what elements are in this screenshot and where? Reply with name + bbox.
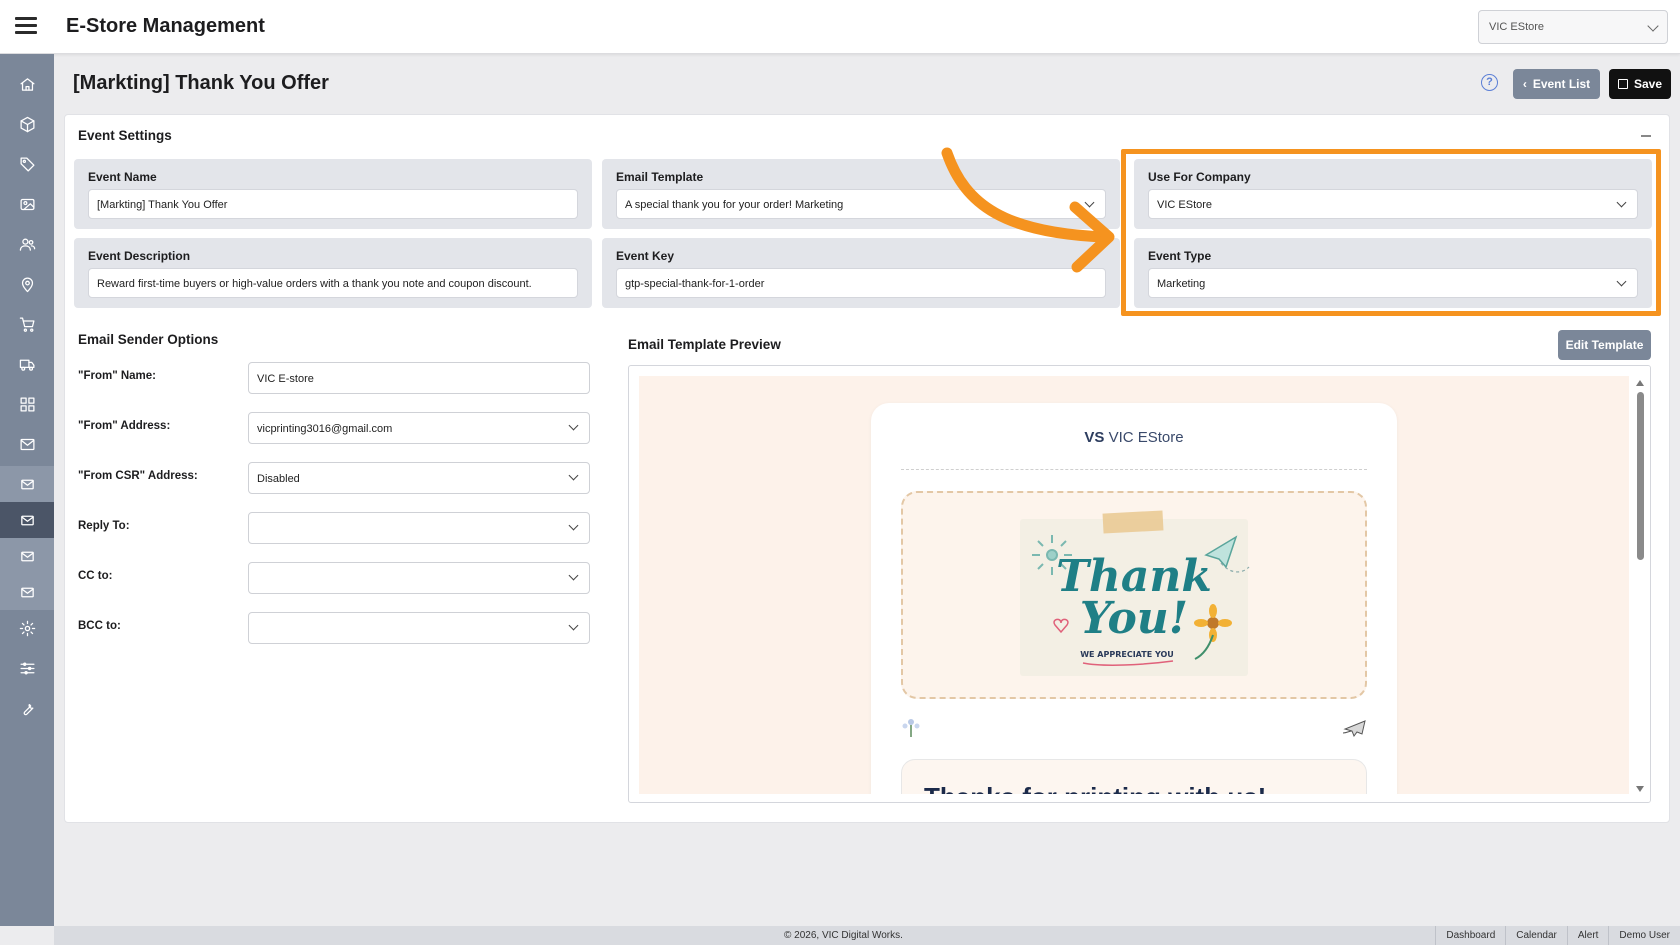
cc-to-select[interactable]: [248, 562, 590, 594]
annotation-arrow-icon: [941, 147, 1115, 273]
chevron-down-icon: [568, 570, 579, 581]
sidebar-sliders-icon[interactable]: [0, 650, 54, 686]
from-address-select[interactable]: vicprinting3016@gmail.com: [248, 412, 590, 444]
from-name-input[interactable]: VIC E-store: [248, 362, 590, 394]
sidebar-mail-active-icon[interactable]: [0, 502, 54, 538]
chevron-down-icon: [568, 470, 579, 481]
email-preview-background: VS VIC EStore Thank You! WE APPRECIATE Y…: [639, 376, 1629, 794]
edit-template-button[interactable]: Edit Template: [1558, 330, 1651, 360]
help-icon[interactable]: ?: [1481, 74, 1498, 91]
event-name-label: Event Name: [88, 170, 157, 184]
email-logo: VS VIC EStore: [871, 429, 1397, 446]
sidebar-box-icon[interactable]: [0, 106, 54, 142]
footer-links: Dashboard Calendar Alert Demo User: [1435, 926, 1680, 945]
cc-to-label: CC to:: [78, 570, 113, 582]
sidebar-images-icon[interactable]: [0, 186, 54, 222]
sidebar-gear-icon[interactable]: [0, 610, 54, 646]
copyright: © 2026, VIC Digital Works.: [784, 930, 903, 941]
flower-icon: [899, 715, 923, 739]
sidebar: [0, 54, 54, 926]
sidebar-cart-icon[interactable]: [0, 306, 54, 342]
sidebar-tag-icon[interactable]: [0, 146, 54, 182]
footer: © 2026, VIC Digital Works. Dashboard Cal…: [54, 926, 1680, 945]
sidebar-home-icon[interactable]: [0, 66, 54, 102]
logo-text: VIC EStore: [1108, 429, 1184, 446]
event-list-button[interactable]: ‹ Event List: [1513, 69, 1600, 99]
event-name-group: Event Name [Markting] Thank You Offer: [74, 159, 592, 229]
from-csr-select[interactable]: Disabled: [248, 462, 590, 494]
logo-mark: VS: [1084, 429, 1105, 446]
preview-scrollbar[interactable]: [1630, 366, 1650, 802]
event-list-label: Event List: [1532, 77, 1591, 91]
email-template-label: Email Template: [616, 170, 704, 184]
email-preview-frame[interactable]: VS VIC EStore Thank You! WE APPRECIATE Y…: [628, 365, 1651, 803]
scroll-down-icon[interactable]: [1636, 786, 1644, 792]
chevron-down-icon: [1647, 20, 1659, 32]
chevron-down-icon: [568, 620, 579, 631]
sidebar-mail-sub-icon[interactable]: [0, 574, 54, 610]
hero-line2: You!: [1080, 593, 1188, 644]
thank-you-illustration: Thank You! WE APPRECIATE YOU: [1020, 510, 1250, 676]
page-title: [Markting] Thank You Offer: [73, 72, 329, 94]
store-selector[interactable]: VIC EStore: [1478, 10, 1668, 44]
chevron-down-icon: [568, 420, 579, 431]
footer-link-dashboard[interactable]: Dashboard: [1435, 926, 1505, 945]
sidebar-mail-sub-icon[interactable]: [0, 466, 54, 502]
store-selector-value: VIC EStore: [1489, 21, 1545, 33]
top-bar: E-Store Management VIC EStore: [0, 0, 1680, 54]
sidebar-mail-sub-icon[interactable]: [0, 538, 54, 574]
hamburger-menu-icon[interactable]: [15, 17, 37, 35]
event-name-input[interactable]: [Markting] Thank You Offer: [88, 189, 578, 219]
chevron-left-icon: ‹: [1522, 77, 1527, 91]
event-settings-title: Event Settings: [78, 128, 172, 143]
sidebar-truck-icon[interactable]: [0, 346, 54, 382]
hero-tagline: WE APPRECIATE YOU: [1080, 650, 1174, 659]
footer-link-demo-user[interactable]: Demo User: [1608, 926, 1680, 945]
email-headline: Thanks for printing with us!: [924, 782, 1266, 794]
email-card: VS VIC EStore Thank You! WE APPRECIATE Y…: [871, 403, 1397, 794]
save-label: Save: [1633, 77, 1663, 91]
scroll-up-icon[interactable]: [1636, 380, 1644, 386]
chevron-down-icon: [568, 520, 579, 531]
save-button[interactable]: Save: [1609, 69, 1671, 99]
divider: [901, 469, 1367, 470]
from-csr-label: "From CSR" Address:: [78, 470, 198, 482]
from-name-label: "From" Name:: [78, 370, 157, 382]
app-title: E-Store Management: [66, 15, 265, 37]
reply-to-label: Reply To:: [78, 520, 130, 532]
annotation-highlight-box: [1121, 149, 1661, 316]
sidebar-location-icon[interactable]: [0, 266, 54, 302]
sidebar-dashboard-icon[interactable]: [0, 386, 54, 422]
scroll-thumb[interactable]: [1637, 392, 1644, 560]
collapse-icon[interactable]: [1641, 128, 1651, 140]
sender-options-title: Email Sender Options: [78, 332, 219, 347]
from-address-label: "From" Address:: [78, 420, 171, 432]
preview-title: Email Template Preview: [628, 337, 781, 352]
bcc-to-label: BCC to:: [78, 620, 121, 632]
event-description-input[interactable]: Reward first-time buyers or high-value o…: [88, 268, 578, 298]
from-address-value: vicprinting3016@gmail.com: [257, 423, 393, 435]
footer-link-calendar[interactable]: Calendar: [1505, 926, 1567, 945]
event-description-group: Event Description Reward first-time buye…: [74, 238, 592, 308]
bcc-to-select[interactable]: [248, 612, 590, 644]
event-description-label: Event Description: [88, 249, 191, 263]
save-icon: [1617, 79, 1628, 89]
paper-plane-icon: [1341, 719, 1367, 738]
email-headline-box: Thanks for printing with us!: [901, 759, 1367, 794]
thank-you-hero: Thank You! WE APPRECIATE YOU: [901, 491, 1367, 699]
sidebar-mail-icon[interactable]: [0, 426, 54, 462]
email-template-value: A special thank you for your order! Mark…: [625, 199, 844, 211]
sidebar-wrench-icon[interactable]: [0, 690, 54, 726]
from-csr-value: Disabled: [257, 473, 300, 485]
sidebar-users-icon[interactable]: [0, 226, 54, 262]
footer-link-alert[interactable]: Alert: [1566, 926, 1609, 945]
reply-to-select[interactable]: [248, 512, 590, 544]
event-key-label: Event Key: [616, 249, 675, 263]
